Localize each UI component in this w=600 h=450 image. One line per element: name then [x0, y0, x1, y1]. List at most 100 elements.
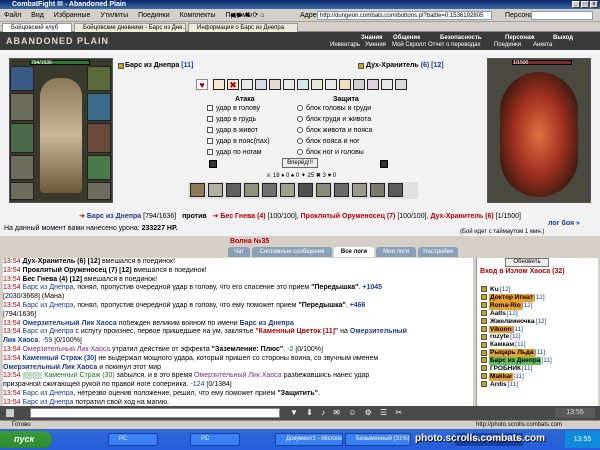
attack-groin-option[interactable]: удар в пояс(пах): [207, 137, 270, 146]
player-list-item[interactable]: ГРОБНИК[11]: [481, 365, 597, 373]
nav-character[interactable]: Персонаж: [505, 35, 535, 42]
chat-text[interactable]: Лик Хаоса: [3, 337, 38, 344]
player-name[interactable]: Камкам: [489, 341, 515, 349]
menu-utilities[interactable]: Утилиты: [96, 9, 132, 22]
nav-inventory[interactable]: Инвентарь: [330, 42, 360, 49]
spell-icon[interactable]: [269, 79, 281, 90]
block-chest-belly-option[interactable]: блок груди и живота: [297, 115, 371, 124]
player-name[interactable]: Доктор Игнат: [489, 293, 534, 302]
block-head-chest-option[interactable]: блок головы и груди: [297, 104, 371, 113]
shield-slot-icon[interactable]: [87, 123, 111, 153]
taskbar-item[interactable]: Безымянный (31%) -...: [345, 433, 411, 446]
belt-slot-icon[interactable]: [10, 182, 34, 200]
toolbar-icons[interactable]: ▼ ⬇ ♪ ✉ ☺ ⚙ ☰ ✂: [290, 408, 430, 418]
opponent-name[interactable]: Бес Гнева: [220, 213, 255, 220]
spell-icon[interactable]: [283, 79, 295, 90]
spell-icon[interactable]: [381, 79, 393, 90]
tab-fight-club[interactable]: Бойцовский клуб: [2, 23, 72, 32]
spell-icon[interactable]: [297, 79, 309, 90]
player-name[interactable]: Aalts: [489, 310, 507, 318]
checkbox-icon[interactable]: [207, 127, 213, 134]
block-belly-belt-option[interactable]: блок живота и пояса: [297, 126, 372, 135]
taskbar-item[interactable]: PC: [190, 433, 240, 446]
armor-slot-icon[interactable]: [10, 155, 34, 180]
player-name[interactable]: rozyte: [489, 333, 510, 341]
helmet-slot-icon[interactable]: [10, 66, 34, 91]
chat-text[interactable]: Барс из Днепра: [22, 399, 73, 406]
close-button[interactable]: x: [590, 1, 598, 8]
player-list-item[interactable]: Жжелвиночка[12]: [481, 318, 597, 326]
tab-chat[interactable]: Чат: [228, 247, 250, 257]
spell-icon[interactable]: [255, 79, 267, 90]
battle-log-link[interactable]: лог боя »: [548, 220, 580, 227]
player-list-item[interactable]: Aalts[12]: [481, 310, 597, 318]
player-name-label[interactable]: Барс из Днепра [11]: [118, 62, 193, 69]
menu-file[interactable]: Файл: [0, 9, 25, 22]
chat-text[interactable]: Каменный Страж (30): [22, 355, 96, 362]
attack-legs-option[interactable]: удар по ногам: [207, 148, 262, 157]
menu-favorites[interactable]: Избранные: [50, 9, 95, 22]
nav-communication[interactable]: Общение: [393, 35, 420, 42]
attack-chest-option[interactable]: удар в грудь: [207, 115, 256, 124]
forward-button[interactable]: Вперёд!!!: [282, 158, 318, 168]
tab-fight-diaries[interactable]: Бойцовские дневники - Барс из Дне...: [74, 23, 186, 32]
tab-system-messages[interactable]: Системные сообщения: [252, 247, 332, 257]
chat-text[interactable]: -124: [190, 381, 204, 388]
vs-player-name[interactable]: Барс из Днепра: [87, 213, 141, 220]
player-name[interactable]: Roma-Rio: [489, 301, 522, 310]
radio-icon[interactable]: [297, 138, 303, 145]
spell-icon[interactable]: [395, 79, 407, 90]
persons-input[interactable]: [531, 11, 593, 20]
player-list-item[interactable]: Камкам[11]: [481, 341, 597, 349]
spell-icon[interactable]: [367, 79, 379, 90]
chat-text[interactable]: Омерзительный Лик Хаоса: [3, 364, 97, 371]
effect-icon[interactable]: [244, 183, 259, 197]
player-list-item[interactable]: Доктор Игнат[12]: [481, 293, 597, 302]
effect-icon[interactable]: [208, 183, 223, 197]
radio-icon[interactable]: [297, 149, 303, 156]
tab-info[interactable]: Информация о Барс из Днепра: [188, 23, 298, 32]
address-input[interactable]: http://dungeon.combats.com/buttons.pl?ba…: [317, 11, 492, 20]
player-name[interactable]: Барс из Днепра: [489, 357, 542, 366]
chat-text[interactable]: Барс из Днепра: [240, 320, 294, 327]
leggings-slot-icon[interactable]: [87, 155, 111, 180]
maximize-button[interactable]: □: [581, 1, 589, 8]
opponent-name[interactable]: Дух-Хранитель: [430, 213, 483, 220]
radio-icon[interactable]: [297, 105, 303, 112]
nav-my-scroll[interactable]: Мой Скролл: [392, 42, 426, 49]
shield-icon[interactable]: [209, 160, 217, 168]
spell-icon[interactable]: [213, 79, 225, 90]
menu-sets[interactable]: Комплекты: [176, 9, 220, 22]
player-name[interactable]: Ardis: [489, 381, 508, 389]
nav-fights[interactable]: Поединки: [494, 42, 521, 49]
tab-settings[interactable]: Настройки: [418, 247, 458, 257]
spell-icon[interactable]: [339, 79, 351, 90]
spell-icon[interactable]: [325, 79, 337, 90]
effect-icon[interactable]: [334, 183, 349, 197]
checkbox-icon[interactable]: [207, 105, 213, 112]
spell-icon[interactable]: [311, 79, 323, 90]
player-list-item[interactable]: Барс из Днепра[11]: [481, 357, 597, 366]
chat-text[interactable]: -59: [42, 337, 52, 344]
nav-knowledge[interactable]: Знания: [361, 35, 383, 42]
refresh-button[interactable]: Обновить: [505, 258, 549, 267]
player-list-item[interactable]: Ardis[11]: [481, 381, 597, 389]
player-list-item[interactable]: Ku[12]: [481, 286, 597, 294]
chat-text[interactable]: +466: [350, 302, 366, 309]
block-belt-legs-option[interactable]: блок пояса и ног: [297, 137, 360, 146]
menu-view[interactable]: Вид: [27, 9, 48, 22]
effect-icon[interactable]: [352, 183, 367, 197]
chat-text[interactable]: Барс из Днепра: [22, 284, 73, 291]
gloves-slot-icon[interactable]: [87, 93, 111, 121]
menu-fights[interactable]: Поединки: [134, 9, 174, 22]
effect-icon[interactable]: [370, 183, 385, 197]
spell-icon[interactable]: [241, 79, 253, 90]
player-name[interactable]: Жжелвиночка: [489, 318, 536, 326]
attack-head-option[interactable]: удар в голову: [207, 104, 260, 113]
chat-text[interactable]: Барс из Днепра: [22, 390, 73, 397]
nav-transfer-report[interactable]: Отчет о переводах: [428, 42, 481, 49]
chat-text[interactable]: +1045: [362, 284, 382, 291]
effect-icon[interactable]: [316, 183, 331, 197]
chat-text[interactable]: Омерзительный Лик Хаоса: [22, 320, 116, 327]
nav-arrows-icon[interactable]: ◀ ▶ ✖ ⟳ ⌂: [230, 11, 290, 20]
